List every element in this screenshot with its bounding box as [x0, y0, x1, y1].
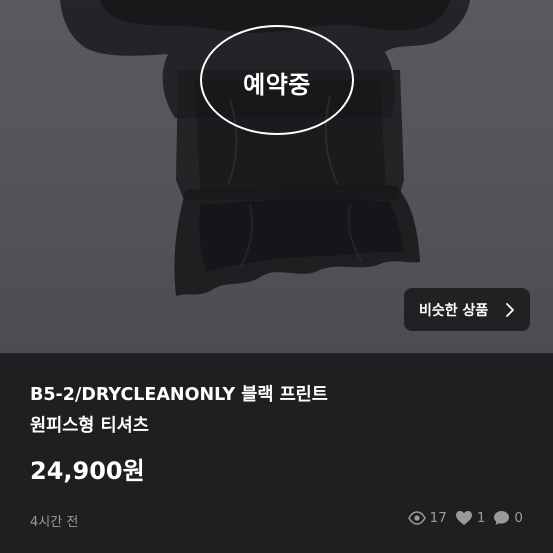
- heart-icon: [455, 511, 472, 525]
- product-title-line2: 원피스형 티셔츠: [30, 416, 149, 436]
- like-count-value: 1: [476, 510, 486, 526]
- product-photo[interactable]: 예약중 비슷한 상품: [0, 0, 553, 353]
- view-count-value: 17: [429, 510, 447, 526]
- posted-time: 4시간 전: [30, 515, 79, 530]
- product-card[interactable]: 예약중 비슷한 상품 B5-2/DRYCLEANONLY 블랙 프린트 원피스형…: [0, 0, 553, 553]
- product-price: 24,900원: [30, 457, 145, 485]
- chat-count: 0: [493, 510, 523, 526]
- chat-count-value: 0: [514, 510, 523, 526]
- product-title-line1: B5-2/DRYCLEANONLY 블랙 프린트: [30, 385, 328, 405]
- similar-items-label: 비슷한 상품: [419, 302, 489, 319]
- reserved-status-badge: 예약중: [200, 25, 354, 135]
- chat-bubble-icon: [494, 511, 510, 525]
- view-count: 17: [407, 510, 447, 526]
- product-stats: 17 1 0: [407, 510, 523, 526]
- eye-icon: [407, 511, 426, 525]
- product-info: B5-2/DRYCLEANONLY 블랙 프린트 원피스형 티셔츠 24,900…: [0, 353, 553, 553]
- product-title[interactable]: B5-2/DRYCLEANONLY 블랙 프린트 원피스형 티셔츠: [30, 380, 510, 442]
- like-count: 1: [455, 510, 486, 526]
- reserved-status-label: 예약중: [243, 70, 311, 99]
- chevron-right-icon: [506, 303, 514, 317]
- similar-items-button[interactable]: 비슷한 상품: [404, 288, 530, 331]
